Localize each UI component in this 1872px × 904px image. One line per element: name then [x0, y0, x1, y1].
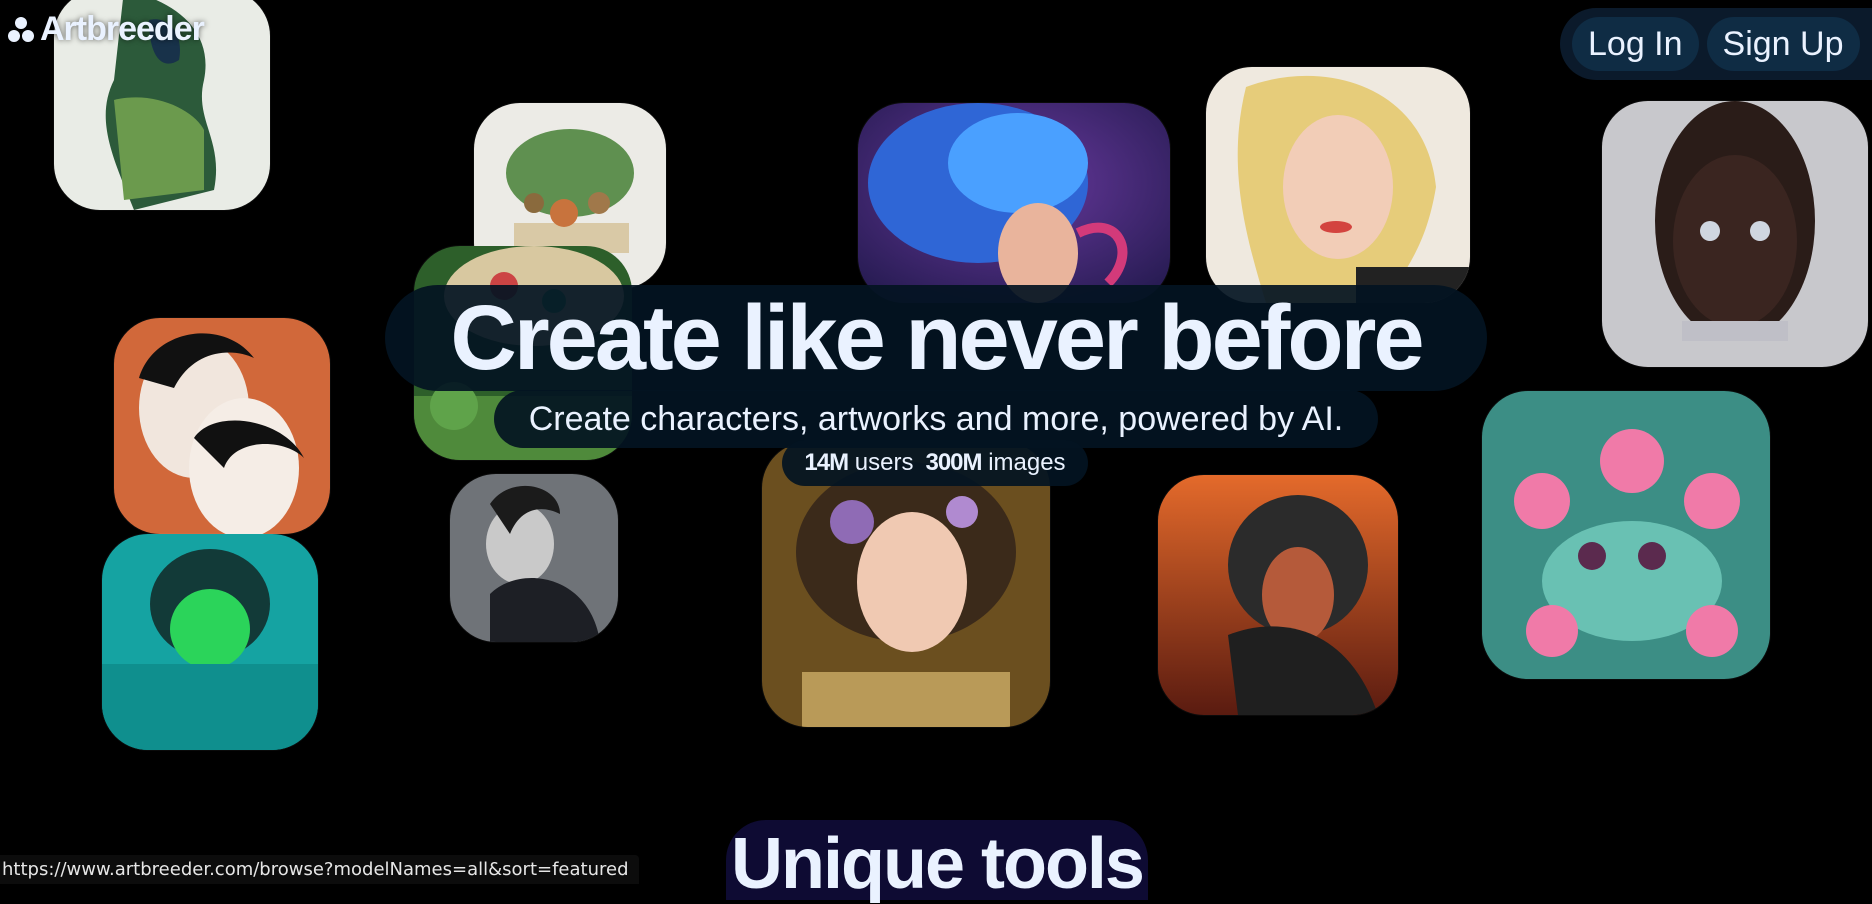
- artbreeder-logo-icon: [8, 16, 34, 42]
- artwork-tile-gothic-figure[interactable]: [450, 474, 618, 642]
- signup-button[interactable]: Sign Up: [1706, 17, 1860, 71]
- stat-images-label: images: [988, 449, 1066, 476]
- login-button[interactable]: Log In: [1572, 17, 1699, 71]
- artwork-tile-blue-hair-woman[interactable]: [858, 103, 1170, 303]
- hero-subtitle: Create characters, artworks and more, po…: [528, 399, 1344, 438]
- hero-title: Create like never before: [450, 287, 1424, 389]
- stat-images-value: 300M: [925, 449, 982, 476]
- artwork-tile-green-water-face[interactable]: [102, 534, 318, 750]
- browser-status-url: https://www.artbreeder.com/browse?modelN…: [0, 855, 639, 884]
- artwork-tile-ink-faces[interactable]: [114, 318, 330, 534]
- hero-title-pill: Create like never before: [385, 285, 1487, 391]
- status-url-text: https://www.artbreeder.com/browse?modelN…: [2, 859, 629, 880]
- stat-users-value: 14M: [804, 449, 849, 476]
- artwork-tile-flower-creature[interactable]: [1482, 391, 1770, 679]
- artwork-tile-blonde-watercolor[interactable]: [1206, 67, 1470, 303]
- stat-users-label: users: [854, 449, 914, 476]
- brand-logo[interactable]: Artbreeder: [6, 10, 205, 49]
- auth-bar: Log In Sign Up: [1560, 8, 1872, 80]
- artwork-tile-jeweled-portrait[interactable]: [1602, 101, 1868, 367]
- brand-name: Artbreeder: [40, 10, 205, 48]
- stats-pill: 14M users 300M images: [782, 440, 1088, 486]
- artwork-tile-dark-warrior[interactable]: [1158, 475, 1398, 715]
- stat-users: 14M users: [804, 449, 913, 477]
- section-title: Unique tools: [731, 824, 1145, 904]
- unique-tools-heading: Unique tools: [726, 820, 1148, 900]
- stat-images: 300M images: [925, 449, 1065, 477]
